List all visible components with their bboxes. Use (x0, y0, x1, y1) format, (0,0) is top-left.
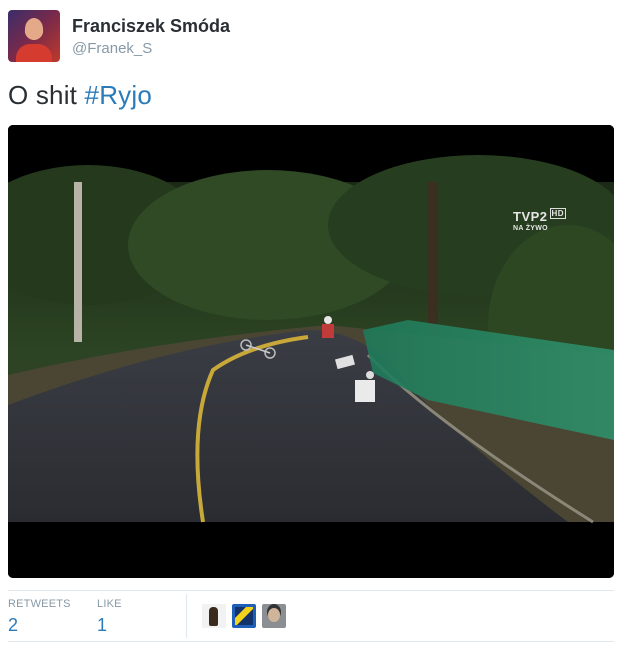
broadcaster-badge: TVP2 HD NA ŻYWO (513, 208, 567, 232)
likes-count[interactable]: 1 (97, 615, 122, 636)
tweet-text-body: O shit (8, 80, 85, 110)
broadcaster-logo-text: TVP2 (513, 209, 548, 224)
author-handle[interactable]: @Franek_S (72, 40, 152, 57)
retweets-count[interactable]: 2 (8, 615, 71, 636)
author-name[interactable]: Franciszek Smóda (72, 16, 230, 37)
tweet-media-video[interactable]: TVP2 HD NA ŻYWO (8, 125, 614, 578)
stats-divider-top (8, 590, 614, 591)
retweets-stat[interactable]: RETWEETS 2 (8, 598, 71, 636)
tweet-text: O shit #Ryjo (8, 80, 152, 111)
hd-badge: HD (549, 208, 567, 219)
avatar-shirt (16, 44, 52, 62)
avatar-face (25, 18, 43, 40)
likes-stat[interactable]: LIKE 1 (97, 598, 122, 636)
hashtag-link[interactable]: #Ryjo (85, 80, 152, 110)
broadcaster-logo: TVP2 HD (513, 208, 567, 224)
retweets-label: RETWEETS (8, 598, 71, 610)
video-frame (8, 125, 614, 578)
liker-avatar[interactable] (202, 604, 226, 628)
likes-label: LIKE (97, 598, 122, 610)
stats-separator (186, 594, 187, 638)
avatar[interactable] (8, 10, 60, 62)
liker-avatars (202, 604, 286, 628)
stats-divider-bottom (8, 641, 614, 642)
live-label: NA ŻYWO (513, 225, 548, 232)
liker-avatar[interactable] (262, 604, 286, 628)
liker-avatar[interactable] (232, 604, 256, 628)
